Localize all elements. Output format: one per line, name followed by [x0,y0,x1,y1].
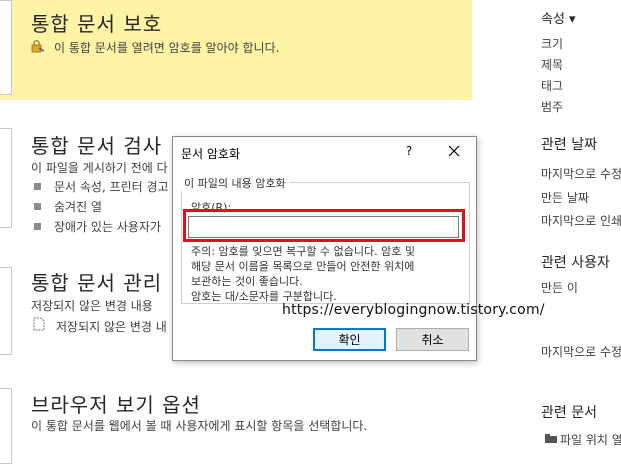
document-icon [33,317,45,331]
properties-header[interactable]: 속성 ▾ [541,8,576,27]
manage-unsaved-item[interactable]: 저장되지 않은 변경 내 [56,318,167,335]
inspect-workbook-section: 통합 문서 검사 이 파일을 게시하기 전에 다 문서 속성, 프린터 경고 숨… [0,125,172,235]
manage-title: 통합 문서 관리 [31,271,163,295]
protect-desc: 이 통합 문서를 열려면 암호를 알아야 합니다. [54,41,280,55]
browser-desc: 이 통합 문서를 웹에서 볼 때 사용자에게 표시할 항목을 선택합니다. [31,419,368,433]
password-input[interactable] [188,216,459,238]
ok-button[interactable]: 확인 [313,328,386,351]
inspect-bullet: 숨겨진 열 [34,198,102,215]
encrypt-group-label: 이 파일의 내용 암호화 [181,175,289,191]
password-warning: 주의: 암호를 잊으면 복구할 수 없습니다. 암호 및 해당 문서 이름을 목… [191,245,415,303]
watermark-url: https://everyblogingnow.tistory.com/ [282,302,545,318]
date-created: 만든 날짜 [541,191,589,205]
property-category: 범주 [541,100,564,114]
bullet-icon [34,183,41,190]
browser-title: 브라우저 보기 옵션 [31,393,201,417]
close-icon[interactable] [444,141,464,161]
protect-workbook-section: 통합 문서 보호 이 통합 문서를 열려면 암호를 알아야 합니다. [0,0,472,100]
manage-workbook-tile[interactable] [0,267,12,355]
inspect-bullet: 문서 속성, 프린터 경고 [34,178,169,195]
bullet-icon [34,203,41,210]
related-people-header: 관련 사용자 [541,255,610,271]
date-last-modified: 마지막으로 수정 [541,167,621,181]
property-tags: 태그 [541,79,564,93]
inspect-title: 통합 문서 검사 [31,134,163,158]
dialog-title: 문서 암호화 [181,147,241,161]
manage-workbook-section: 통합 문서 관리 저장되지 않은 변경 내용 저장되지 않은 변경 내 [0,262,172,357]
people-author: 만든 이 [541,281,578,295]
protect-workbook-tile[interactable] [0,0,12,95]
help-button[interactable]: ? [399,141,419,161]
inspect-bullet: 장애가 있는 사용자가 [34,218,161,235]
inspect-desc: 이 파일을 게시하기 전에 다 [31,161,168,175]
browser-view-section: 브라우저 보기 옵션 이 통합 문서를 웹에서 볼 때 사용자에게 표시할 항목… [0,385,472,464]
inspect-workbook-tile[interactable] [0,128,12,228]
property-title: 제목 [541,58,564,72]
open-file-location-link[interactable]: 파일 위치 열 [560,431,621,448]
browser-view-tile[interactable] [0,388,12,464]
protect-title: 통합 문서 보호 [31,12,163,36]
password-label: 암호(R): [191,201,232,214]
people-last-modified-by: 마지막으로 수정 [541,345,621,359]
lock-icon [31,40,45,53]
folder-icon [545,434,557,443]
property-size: 크기 [541,37,564,51]
encrypt-document-dialog: 문서 암호화 ? 이 파일의 내용 암호화 암호(R): 주의: 암호를 잊으면… [172,136,477,361]
manage-desc: 저장되지 않은 변경 내용 [31,299,153,313]
related-docs-header: 관련 문서 [541,405,597,421]
bullet-icon [34,223,41,230]
related-dates-header: 관련 날짜 [541,137,597,153]
cancel-button[interactable]: 취소 [396,328,469,351]
date-last-printed: 마지막으로 인쇄 [541,214,621,228]
